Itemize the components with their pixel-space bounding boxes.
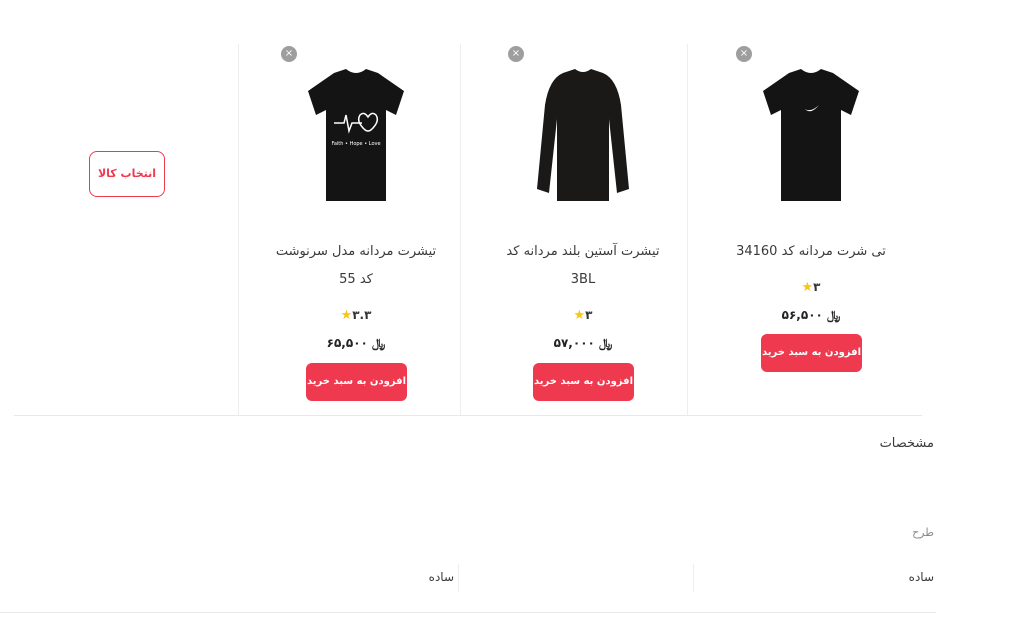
add-to-cart-button[interactable]: افزودن به سبد خرید bbox=[306, 363, 407, 401]
product-rating: ★۳ bbox=[801, 280, 821, 295]
product-price: ﷼ ۶۵,۵۰۰ bbox=[243, 336, 469, 351]
product-title[interactable]: تیشرت مردانه مدل سرنوشت bbox=[243, 238, 469, 266]
column-divider bbox=[693, 564, 694, 592]
product-price: ﷼ ۵۷,۰۰۰ bbox=[470, 336, 696, 351]
product-subtitle[interactable]: 3BL bbox=[470, 266, 696, 294]
product-rating: ★۳ bbox=[573, 308, 593, 323]
star-icon: ★ bbox=[340, 308, 353, 323]
remove-product-button[interactable]: × bbox=[736, 46, 752, 62]
product-card: × Faith • Hope • Love تیشرت مردانه مدل س… bbox=[243, 44, 469, 416]
section-divider bbox=[0, 612, 936, 613]
remove-product-button[interactable]: × bbox=[508, 46, 524, 62]
column-divider bbox=[458, 564, 459, 592]
add-to-cart-button[interactable]: افزودن به سبد خرید bbox=[761, 334, 862, 372]
currency-symbol: ﷼ bbox=[827, 308, 841, 322]
price-value: ۶۵,۵۰۰ bbox=[326, 336, 368, 350]
product-image[interactable] bbox=[528, 60, 638, 210]
price-value: ۵۶,۵۰۰ bbox=[781, 308, 823, 322]
product-price: ﷼ ۵۶,۵۰۰ bbox=[698, 308, 924, 323]
product-image[interactable] bbox=[756, 60, 866, 210]
currency-symbol: ﷼ bbox=[599, 336, 613, 350]
section-divider bbox=[14, 415, 922, 416]
spec-value: ساده bbox=[428, 570, 454, 584]
product-compare-page: × تی شرت مردانه کد 34160 ★۳ ﷼ ۵۶,۵۰۰ افز… bbox=[0, 0, 1024, 636]
product-card: × تیشرت آستین بلند مردانه کد 3BL ★۳ ﷼ ۵۷… bbox=[470, 44, 696, 416]
longsleeve-shirt-image bbox=[537, 69, 629, 201]
tshirt-image bbox=[763, 69, 859, 201]
product-title[interactable]: تیشرت آستین بلند مردانه کد bbox=[470, 238, 696, 266]
currency-symbol: ﷼ bbox=[372, 336, 386, 350]
spec-value: ساده bbox=[908, 570, 934, 584]
product-subtitle[interactable]: کد 55 bbox=[243, 266, 469, 294]
star-icon: ★ bbox=[573, 308, 586, 323]
product-image[interactable]: Faith • Hope • Love bbox=[301, 60, 411, 210]
product-title[interactable]: تی شرت مردانه کد 34160 bbox=[698, 238, 924, 266]
printed-tshirt-image: Faith • Hope • Love bbox=[308, 69, 404, 201]
select-product-button[interactable]: انتخاب کالا bbox=[89, 151, 165, 197]
price-value: ۵۷,۰۰۰ bbox=[553, 336, 595, 350]
remove-product-button[interactable]: × bbox=[281, 46, 297, 62]
spec-label: طرح bbox=[912, 526, 934, 539]
column-divider bbox=[238, 44, 239, 416]
product-rating: ★۳.۳ bbox=[340, 308, 372, 323]
shirt-print-text: Faith • Hope • Love bbox=[331, 141, 380, 147]
specs-heading: مشخصات bbox=[879, 436, 934, 451]
star-icon: ★ bbox=[801, 280, 814, 295]
product-card: × تی شرت مردانه کد 34160 ★۳ ﷼ ۵۶,۵۰۰ افز… bbox=[698, 44, 924, 416]
add-to-cart-button[interactable]: افزودن به سبد خرید bbox=[533, 363, 634, 401]
